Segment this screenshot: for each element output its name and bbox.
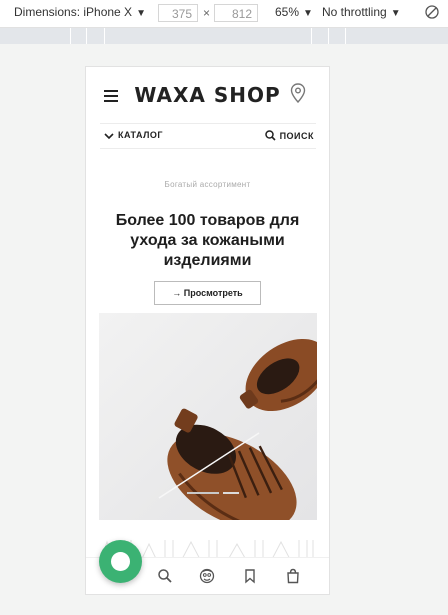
throttling-value: No throttling [322, 5, 387, 19]
search-icon [264, 130, 276, 141]
chat-icon[interactable] [99, 540, 142, 583]
map-pin-icon[interactable] [290, 83, 306, 104]
catalog-button[interactable]: КАТАЛОГ [104, 130, 163, 140]
catalog-label: КАТАЛОГ [118, 130, 164, 140]
device-dimensions-label: Dimensions: iPhone X [14, 5, 133, 19]
view-button[interactable]: → Просмотреть [154, 281, 261, 305]
throttling-dropdown[interactable]: No throttling ▼ [322, 5, 401, 19]
bag-icon[interactable] [285, 568, 301, 584]
height-input[interactable]: 812 [214, 4, 258, 22]
device-dropdown[interactable]: Dimensions: iPhone X ▼ [14, 5, 146, 19]
media-query-ruler[interactable] [0, 28, 448, 44]
caret-down-icon: ▼ [136, 8, 146, 19]
section-eyebrow: Богатый ассортимент [164, 180, 251, 189]
search-icon[interactable] [157, 568, 173, 584]
account-icon[interactable] [199, 568, 215, 584]
zoom-dropdown[interactable]: 65% ▼ [275, 5, 313, 19]
search-label: ПОИСК [279, 131, 314, 141]
devtools-toolbar: Dimensions: iPhone X ▼ 375 × 812 65% ▼ No … [0, 0, 448, 28]
bookmark-icon[interactable] [242, 568, 258, 584]
hero-headline: Более 100 товаров для ухода за кожаными … [115, 212, 300, 269]
device-viewport: WAXA SHOP КАТАЛОГ ПОИСК Богатый ассортим… [85, 66, 330, 595]
site-header: WAXA SHOP [86, 67, 329, 125]
search-button[interactable]: ПОИСК [264, 130, 314, 141]
zoom-value: 65% [275, 5, 300, 19]
width-input[interactable]: 375 [158, 4, 198, 22]
rotate-icon[interactable] [424, 4, 440, 23]
chevron-down-icon [104, 133, 114, 140]
hero-image [99, 313, 317, 520]
caret-down-icon: ▼ [303, 8, 313, 19]
caret-down-icon: ▼ [390, 8, 401, 19]
catalog-search-bar: КАТАЛОГ ПОИСК [100, 123, 316, 149]
times-sign: × [203, 6, 211, 20]
